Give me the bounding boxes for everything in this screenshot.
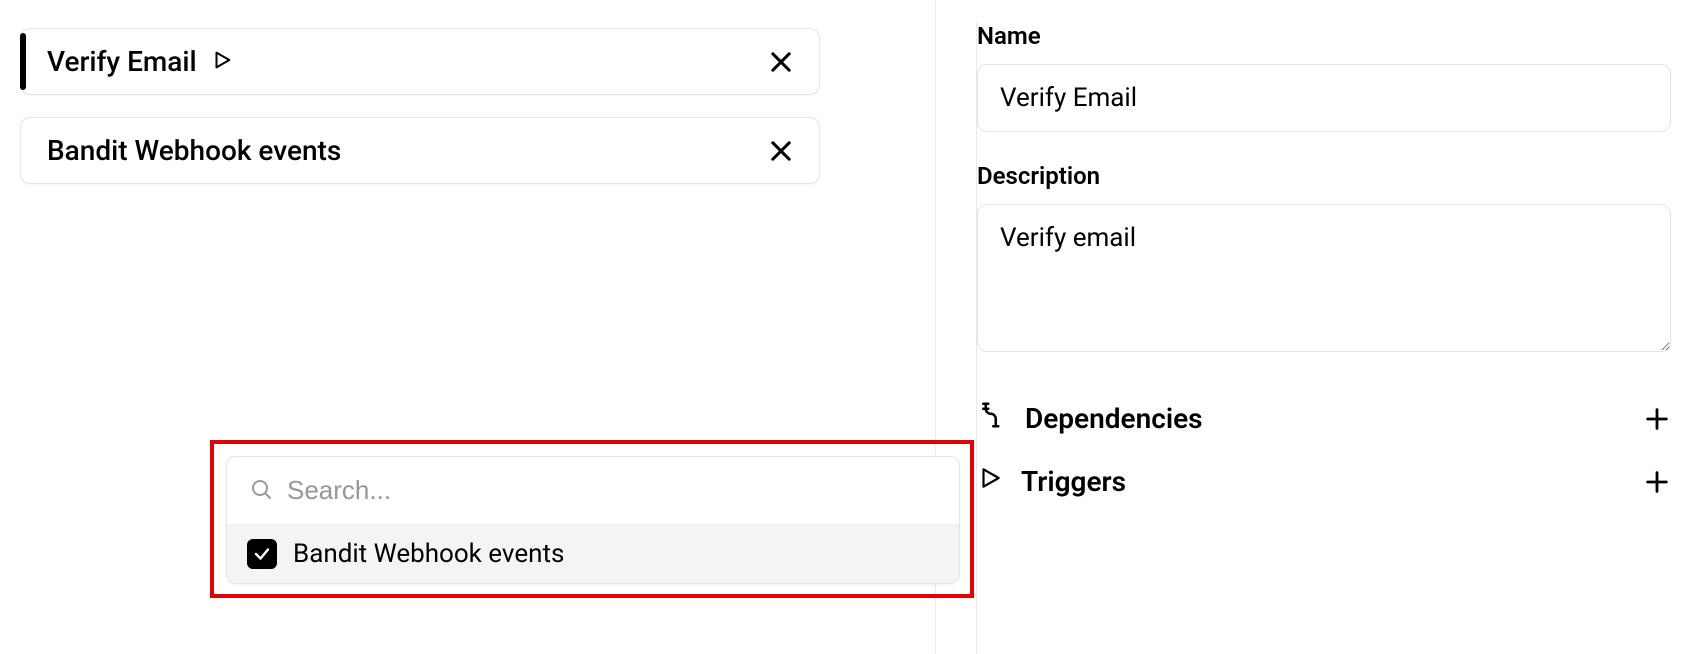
cards-list: Verify Email Bandit Webhook events [20, 28, 820, 206]
add-trigger-button[interactable] [1643, 468, 1671, 496]
play-icon [977, 465, 1003, 498]
details-panel: Name Description Dependencies [976, 22, 1672, 654]
card-title: Verify Email [47, 45, 197, 78]
dependencies-icon [977, 400, 1007, 437]
section-triggers[interactable]: Triggers [977, 451, 1671, 512]
checkbox-checked[interactable] [247, 539, 277, 569]
plus-icon [1643, 468, 1671, 496]
play-icon [211, 45, 233, 78]
search-row [227, 457, 959, 525]
section-label: Triggers [1021, 465, 1126, 498]
card-title: Bandit Webhook events [47, 134, 341, 167]
plus-icon [1643, 405, 1671, 433]
search-dropdown: Bandit Webhook events [226, 456, 960, 584]
description-label: Description [977, 162, 1672, 190]
dropdown-option[interactable]: Bandit Webhook events [227, 525, 959, 583]
close-icon [767, 48, 795, 76]
card-verify-email[interactable]: Verify Email [20, 28, 820, 95]
dropdown-option-label: Bandit Webhook events [293, 539, 564, 569]
search-input[interactable] [287, 475, 937, 506]
section-label: Dependencies [1025, 402, 1203, 435]
close-icon [767, 137, 795, 165]
check-icon [253, 545, 271, 563]
card-bandit-webhook-events[interactable]: Bandit Webhook events [20, 117, 820, 184]
name-label: Name [977, 22, 1672, 50]
remove-card-button[interactable] [767, 137, 795, 165]
name-field[interactable] [977, 64, 1671, 132]
add-dependency-button[interactable] [1643, 405, 1671, 433]
description-field[interactable] [977, 204, 1671, 352]
search-icon [249, 477, 273, 505]
section-dependencies[interactable]: Dependencies [977, 386, 1671, 451]
remove-card-button[interactable] [767, 48, 795, 76]
